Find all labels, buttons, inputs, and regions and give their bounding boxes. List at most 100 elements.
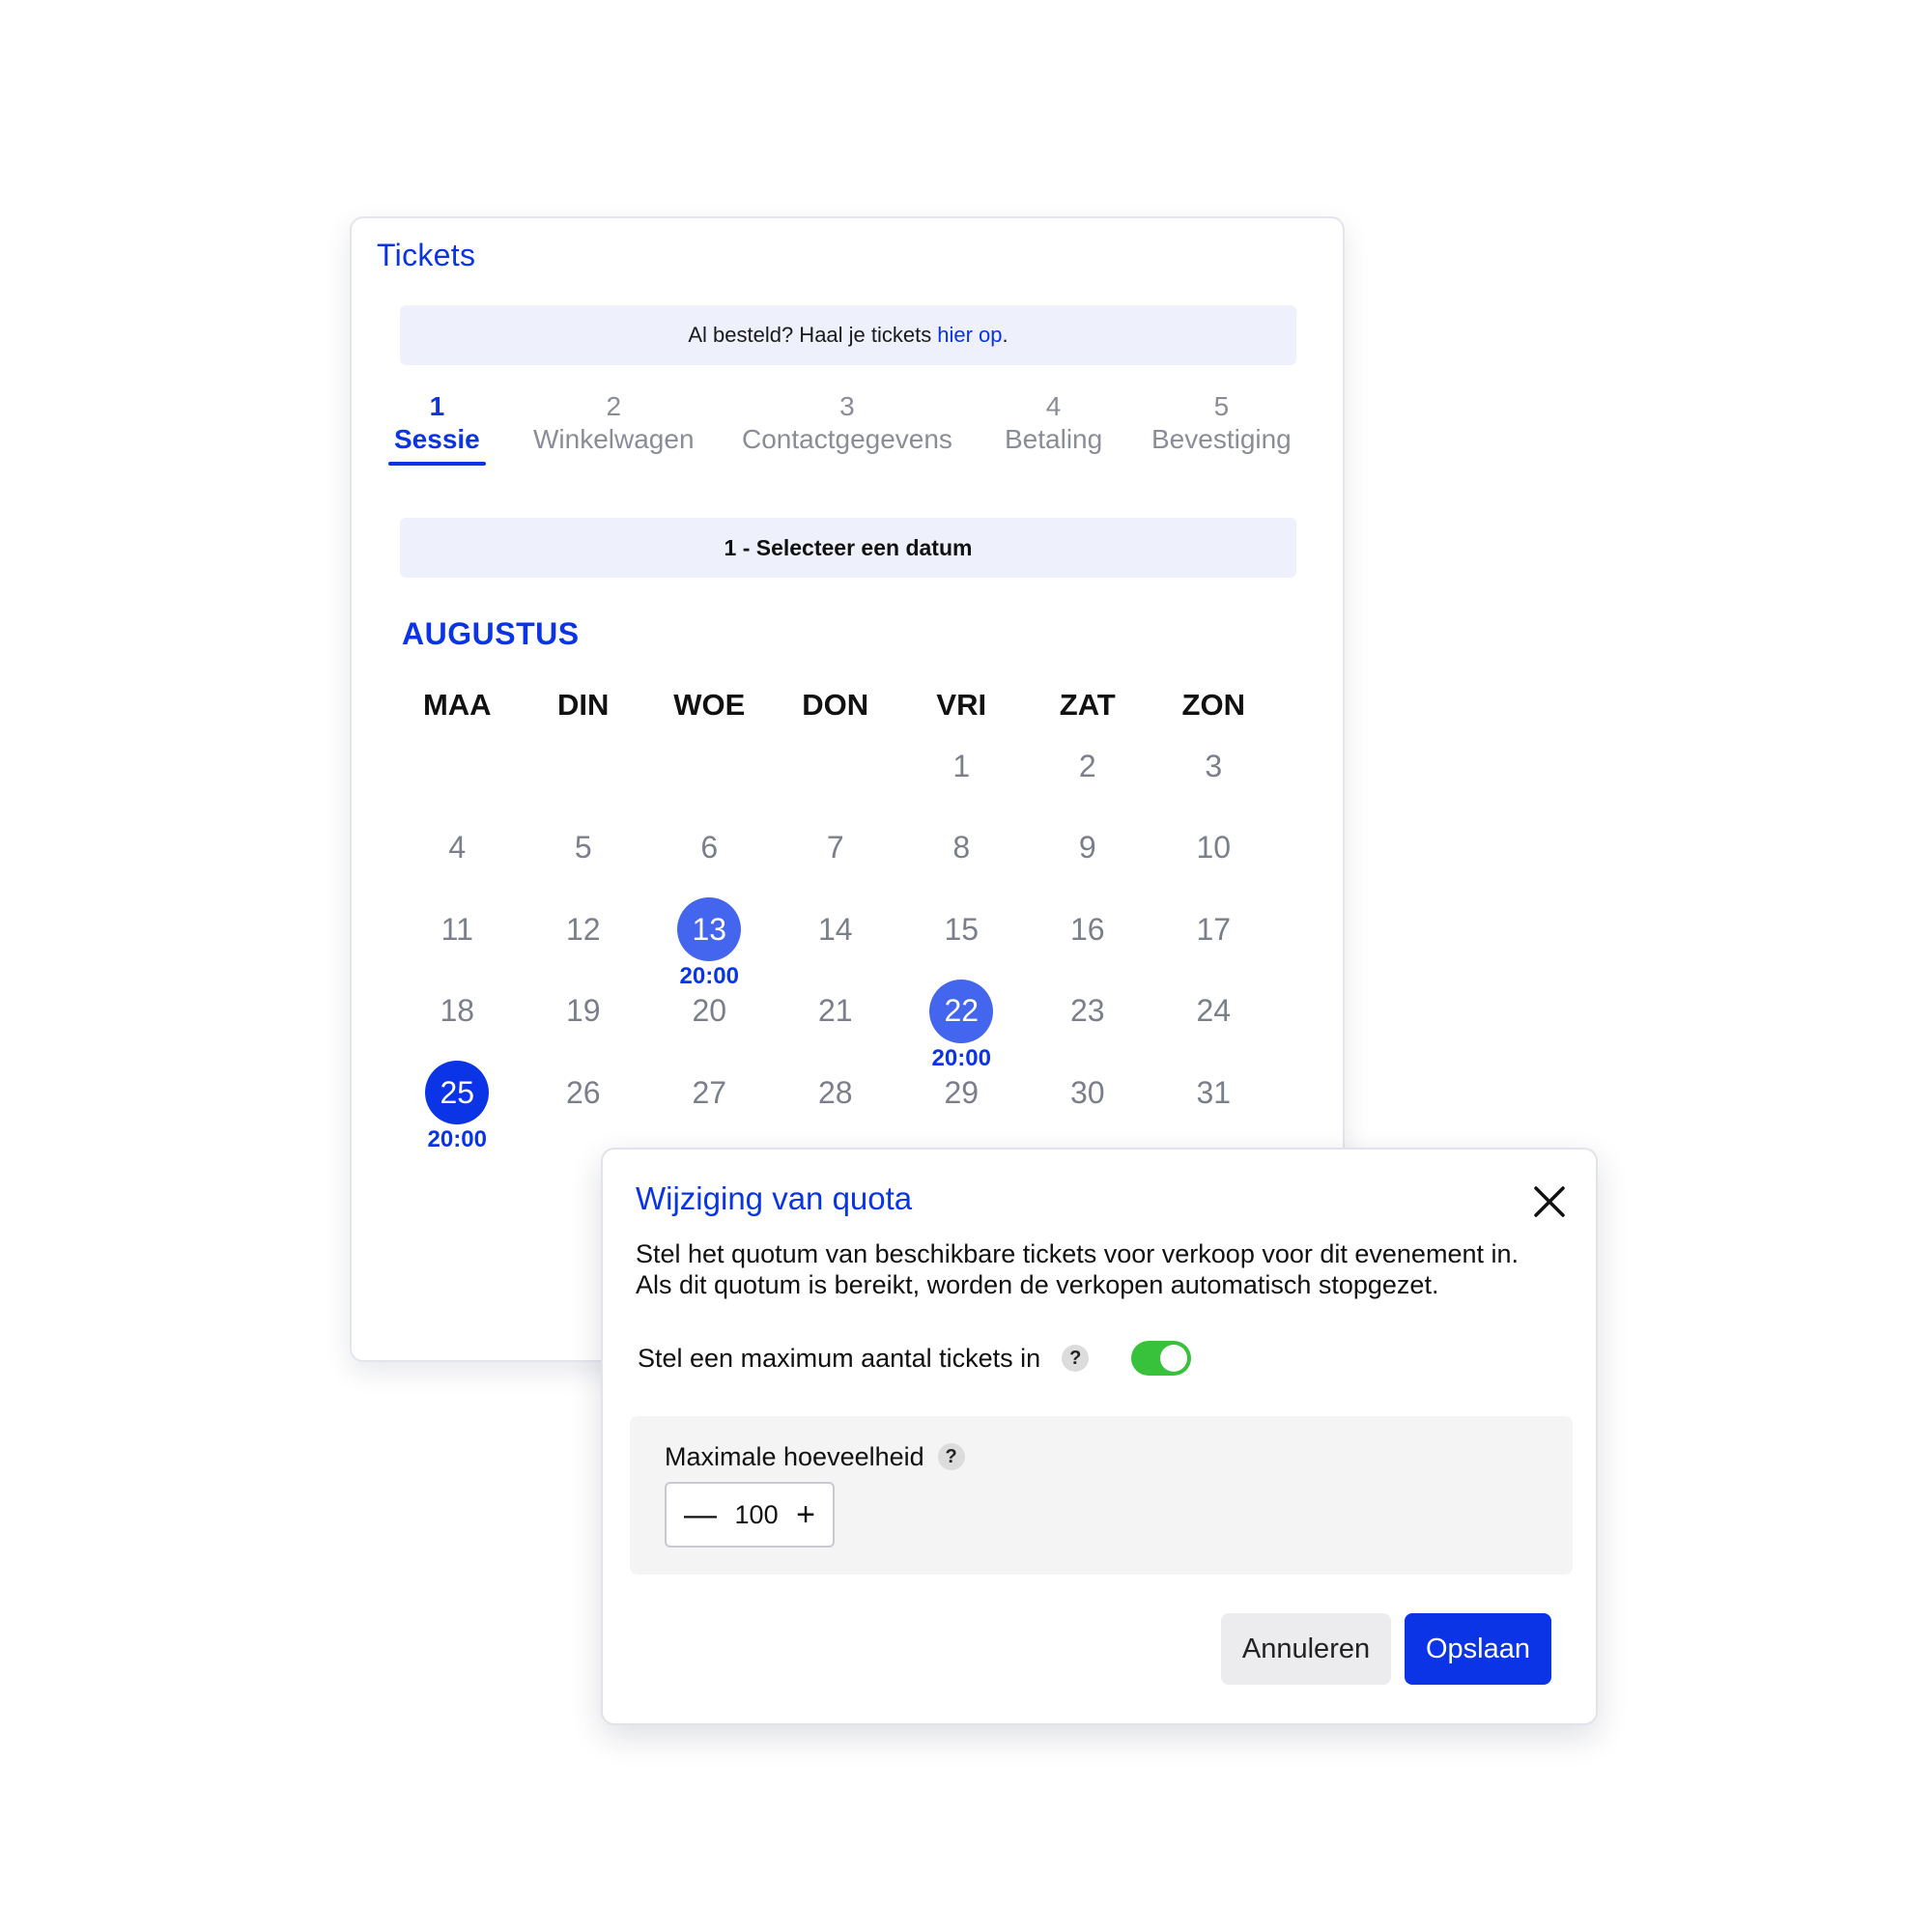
- calendar-day-session[interactable]: 25 20:00: [394, 1061, 521, 1152]
- cancel-button[interactable]: Annuleren: [1221, 1613, 1391, 1685]
- session-time: 20:00: [427, 1126, 487, 1152]
- modal-description: Stel het quotum van beschikbare tickets …: [636, 1239, 1519, 1299]
- calendar-day: 29: [898, 1061, 1025, 1143]
- calendar-day: 6: [646, 816, 773, 898]
- day-number: 6: [700, 830, 719, 865]
- month-title: AUGUSTUS: [402, 616, 580, 651]
- max-tickets-row: Stel een maximum aantal tickets in ?: [638, 1339, 1192, 1378]
- calendar-day: 10: [1151, 816, 1277, 898]
- day-number: 3: [1205, 748, 1223, 783]
- day-number: 13: [677, 897, 742, 961]
- weekday-label: ZAT: [1059, 688, 1116, 722]
- calendar-day: 28: [773, 1061, 899, 1143]
- calendar-day: 11: [394, 897, 521, 980]
- step-label: Bevestiging: [1151, 424, 1292, 454]
- step-label: Sessie: [394, 424, 480, 454]
- step-betaling[interactable]: 4 Betaling: [1005, 390, 1102, 456]
- day-number: 16: [1069, 911, 1105, 947]
- calendar-day: 16: [1025, 897, 1151, 980]
- step-number: 4: [1045, 391, 1062, 421]
- calendar-day: 31: [1151, 1061, 1277, 1143]
- calendar-day: 14: [773, 897, 899, 980]
- day-number: 4: [448, 830, 467, 865]
- day-number: 29: [944, 1074, 980, 1110]
- calendar-day: 18: [394, 980, 521, 1062]
- close-icon[interactable]: [1530, 1182, 1569, 1221]
- calendar-day: 12: [521, 897, 647, 980]
- weekday-label: DIN: [557, 688, 610, 722]
- card-title: Tickets: [377, 238, 476, 272]
- quantity-value[interactable]: 100: [735, 1500, 779, 1530]
- plus-icon[interactable]: +: [796, 1498, 815, 1531]
- step-number: 2: [606, 391, 622, 421]
- banner-text: Al besteld? Haal je tickets: [688, 323, 932, 347]
- calendar-day: 2: [1025, 734, 1151, 816]
- day-number: 2: [1078, 748, 1096, 783]
- calendar-day: 23: [1025, 980, 1151, 1062]
- quantity-label-row: Maximale hoeveelheid ?: [665, 1437, 965, 1476]
- day-number: 31: [1196, 1074, 1232, 1110]
- step-number: 3: [839, 391, 855, 421]
- calendar-day: 7: [773, 816, 899, 898]
- step-sessie[interactable]: 1 Sessie: [388, 390, 486, 466]
- step-bevestiging[interactable]: 5 Bevestiging: [1151, 390, 1292, 456]
- calendar-day-session[interactable]: 22 20:00: [898, 979, 1025, 1071]
- day-number: 28: [817, 1074, 853, 1110]
- quantity-panel: Maximale hoeveelheid ? — 100 +: [630, 1416, 1573, 1575]
- calendar-day: 4: [394, 816, 521, 898]
- modal-title: Wijziging van quota: [636, 1180, 913, 1216]
- weekday-label: VRI: [936, 688, 987, 722]
- day-number: 20: [692, 993, 727, 1028]
- pickup-link[interactable]: hier op: [937, 323, 1002, 348]
- step-label: Contactgegevens: [742, 424, 952, 454]
- day-number: 19: [565, 993, 601, 1028]
- calendar-day: 19: [521, 980, 647, 1062]
- day-number: 10: [1196, 830, 1232, 865]
- calendar-blank: [394, 734, 521, 816]
- weekday-label: WOE: [673, 688, 746, 722]
- step-contactgegevens[interactable]: 3 Contactgegevens: [742, 390, 952, 456]
- calendar-day: 5: [521, 816, 647, 898]
- step-label: Winkelwagen: [533, 424, 695, 454]
- quota-modal: Wijziging van quota Stel het quotum van …: [601, 1148, 1598, 1725]
- toggle-label: Stel een maximum aantal tickets in: [638, 1343, 1041, 1373]
- step-winkelwagen[interactable]: 2 Winkelwagen: [533, 390, 695, 456]
- calendar-days: 1 2 3 4 5 6 7 8 9 10 11 12 13 20:00 14 15 16 17 18 19 20 21 22…: [394, 734, 1277, 1152]
- calendar-day: 24: [1151, 980, 1277, 1062]
- calendar-day: 1: [898, 734, 1025, 816]
- weekday-label: ZON: [1181, 688, 1245, 722]
- help-icon[interactable]: ?: [937, 1443, 965, 1470]
- day-number: 12: [565, 911, 601, 947]
- calendar-day: 20: [646, 980, 773, 1062]
- step-label: Betaling: [1005, 424, 1103, 454]
- day-number: 8: [952, 830, 971, 865]
- save-button[interactable]: Opslaan: [1405, 1613, 1551, 1685]
- calendar-day: 30: [1025, 1061, 1151, 1143]
- max-tickets-toggle[interactable]: [1131, 1341, 1192, 1376]
- calendar-day: 9: [1025, 816, 1151, 898]
- day-number: 21: [817, 993, 853, 1028]
- step-number: 1: [429, 391, 445, 421]
- weekday-label: DON: [802, 688, 869, 722]
- step-number: 5: [1213, 391, 1230, 421]
- day-number: 22: [929, 979, 994, 1043]
- day-number: 9: [1078, 830, 1096, 865]
- already-ordered-banner: Al besteld? Haal je tickets hier op.: [400, 305, 1296, 365]
- calendar-day-session[interactable]: 13 20:00: [646, 897, 773, 989]
- toggle-knob: [1160, 1345, 1188, 1372]
- day-number: 26: [565, 1074, 601, 1110]
- calendar-day: 15: [898, 897, 1025, 980]
- calendar-day: 8: [898, 816, 1025, 898]
- day-number: 15: [944, 911, 980, 947]
- day-number: 24: [1196, 993, 1232, 1028]
- day-number: 17: [1196, 911, 1232, 947]
- day-number: 30: [1069, 1074, 1105, 1110]
- day-number: 11: [440, 911, 473, 947]
- day-number: 23: [1069, 993, 1105, 1028]
- minus-icon[interactable]: —: [684, 1498, 717, 1531]
- day-number: 18: [440, 993, 475, 1028]
- day-number: 1: [952, 748, 971, 783]
- weekday-label: MAA: [422, 688, 492, 722]
- help-icon[interactable]: ?: [1062, 1345, 1090, 1372]
- active-step-underline: [388, 462, 486, 466]
